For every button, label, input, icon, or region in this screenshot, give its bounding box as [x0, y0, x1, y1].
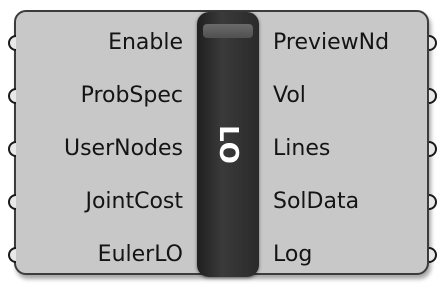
output-grip-log[interactable] [429, 247, 437, 263]
component-nickname: LO [213, 124, 243, 165]
input-grip-usernodes[interactable] [8, 141, 16, 157]
input-grip-jointcost[interactable] [8, 194, 16, 210]
nickname-container: LO [197, 12, 259, 277]
input-param-probspec[interactable]: ProbSpec [81, 83, 183, 108]
output-grip-previewnd[interactable] [429, 35, 437, 51]
input-param-jointcost[interactable]: JointCost [85, 189, 183, 214]
output-param-soldata[interactable]: SolData [273, 189, 359, 214]
output-param-log[interactable]: Log [273, 242, 312, 267]
input-grip-probspec[interactable] [8, 88, 16, 104]
output-grip-vol[interactable] [429, 88, 437, 104]
input-grip-enable[interactable] [8, 35, 16, 51]
component-nickname-bar[interactable]: LO [197, 12, 259, 277]
output-param-previewnd[interactable]: PreviewNd [273, 30, 389, 55]
input-param-usernodes[interactable]: UserNodes [64, 136, 183, 161]
output-param-lines[interactable]: Lines [273, 136, 330, 161]
input-param-enable[interactable]: Enable [108, 30, 183, 55]
output-param-vol[interactable]: Vol [273, 83, 306, 108]
grasshopper-component[interactable]: LO Enable ProbSpec UserNodes JointCost E… [0, 0, 446, 289]
input-grip-eulerlo[interactable] [8, 247, 16, 263]
output-grip-lines[interactable] [429, 141, 437, 157]
output-grip-soldata[interactable] [429, 194, 437, 210]
input-param-eulerlo[interactable]: EulerLO [98, 242, 183, 267]
